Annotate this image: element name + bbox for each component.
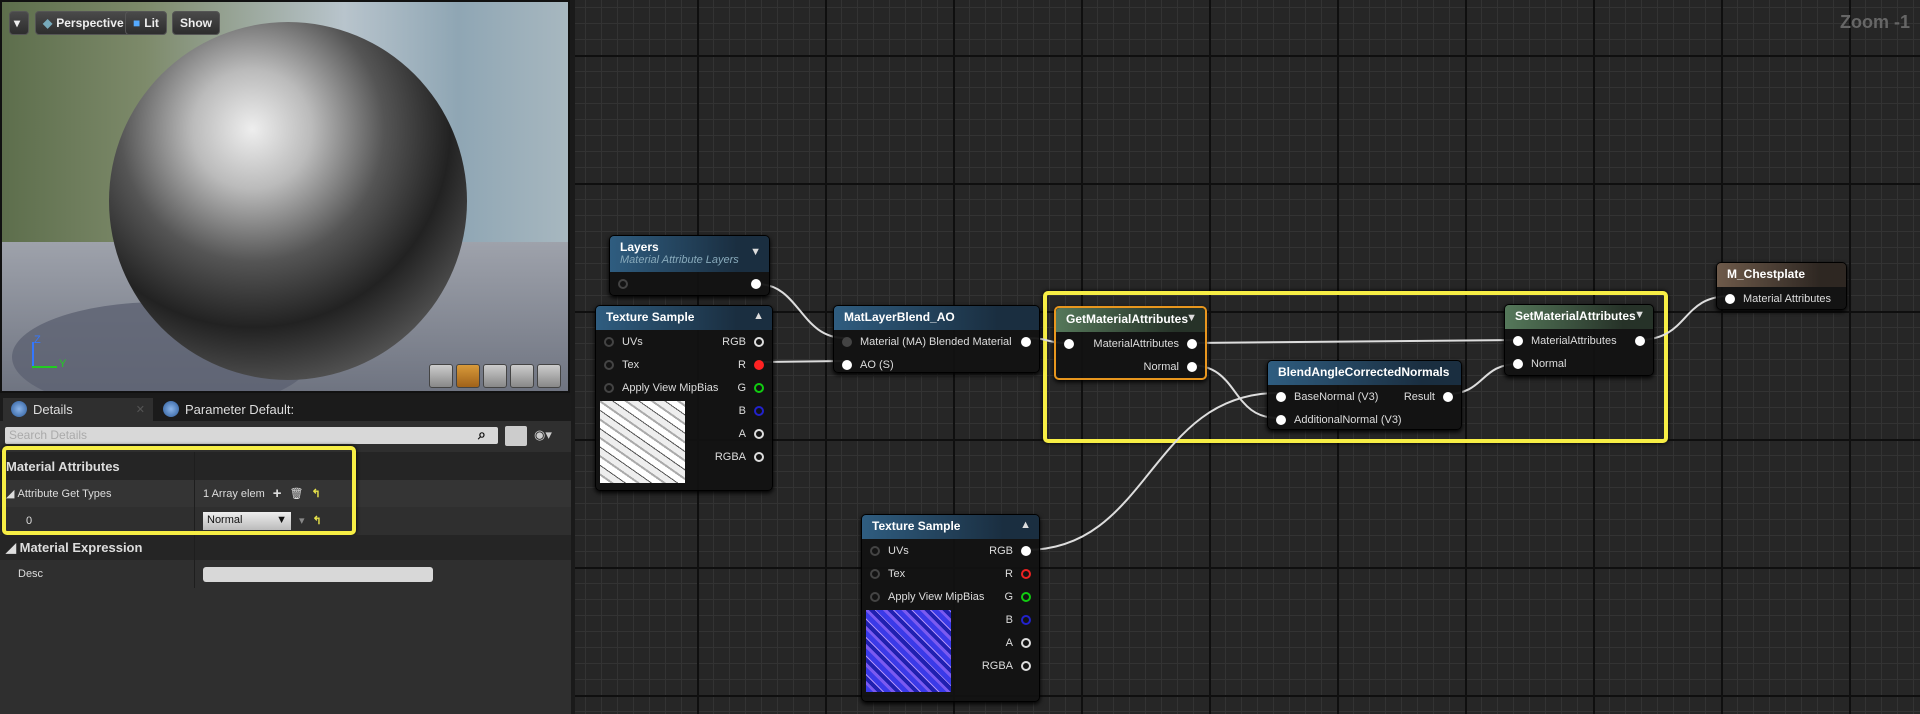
view-options-button[interactable] [505, 426, 527, 446]
rgb-pin[interactable] [1021, 545, 1031, 556]
rgb-pin[interactable] [754, 336, 764, 347]
input-pin[interactable] [618, 278, 628, 289]
g-pin[interactable] [1021, 591, 1031, 602]
axis-y-label: Y [59, 358, 67, 370]
lit-button[interactable]: ■ Lit [125, 11, 167, 35]
material-attributes-in-pin[interactable] [1725, 293, 1735, 304]
dropdown-icon[interactable]: ▼ [1634, 309, 1645, 321]
tab-parameter-defaults[interactable]: Parameter Default: [155, 398, 305, 421]
axis-z-label: Z [34, 334, 41, 346]
node-output-m-chestplate[interactable]: M_Chestplate Material Attributes [1716, 262, 1847, 310]
node-texture-sample-1[interactable]: Texture Sample ▲ UVs RGB Tex R Apply View M… [595, 305, 773, 491]
camera-icon: ◆ [43, 16, 53, 30]
output-pin[interactable] [1635, 335, 1645, 346]
desc-input[interactable] [203, 566, 433, 582]
additional-normal-pin[interactable] [1276, 414, 1286, 425]
zoom-level: Zoom -1 [1840, 12, 1910, 32]
r-pin[interactable] [754, 359, 764, 370]
sphere-icon[interactable] [456, 364, 480, 388]
node-matlayerblend-ao[interactable]: MatLayerBlend_AO Material (MA) Blended M… [833, 305, 1040, 373]
normal-out-pin[interactable] [1187, 361, 1197, 372]
details-panel: Details ✕ Parameter Default: Search Detai… [0, 395, 571, 714]
output-pin[interactable] [1021, 336, 1031, 347]
node-get-material-attributes[interactable]: GetMaterialAttributes ▼ MaterialAttribute… [1054, 306, 1207, 380]
close-icon[interactable]: ✕ [136, 403, 145, 416]
chevron-down-icon: ▾ [14, 16, 21, 30]
b-pin[interactable] [1021, 614, 1031, 625]
tab-details[interactable]: Details ✕ [3, 398, 153, 421]
uvs-pin[interactable] [870, 545, 880, 556]
custom-mesh-icon[interactable] [537, 364, 561, 388]
input-pin[interactable] [1064, 338, 1074, 349]
a-pin[interactable] [1021, 637, 1031, 648]
a-pin[interactable] [754, 428, 764, 439]
eye-icon[interactable]: ◉▾ [534, 427, 552, 443]
dropdown-icon[interactable]: ▼ [1186, 312, 1197, 324]
node-set-material-attributes[interactable]: SetMaterialAttributes ▼ MaterialAttribute… [1504, 304, 1654, 376]
ao-pin[interactable] [842, 359, 852, 370]
b-pin[interactable] [754, 405, 764, 416]
normal-in-pin[interactable] [1513, 358, 1523, 369]
mipbias-pin[interactable] [604, 382, 614, 393]
material-attributes-in-pin[interactable] [1513, 335, 1523, 346]
desc-row: Desc [0, 560, 571, 588]
base-normal-pin[interactable] [1276, 391, 1286, 402]
output-pin[interactable] [751, 278, 761, 289]
preview-sphere [109, 22, 467, 380]
category-material-expression[interactable]: ◢ Material Expression [0, 535, 571, 560]
perspective-button[interactable]: ◆ Perspective [35, 11, 132, 35]
node-texture-sample-2[interactable]: Texture Sample ▲ UVs RGB Tex R Apply View M… [861, 514, 1040, 702]
material-pin[interactable] [842, 336, 852, 347]
lit-cube-icon: ■ [133, 16, 141, 30]
info-icon [11, 401, 27, 417]
collapse-icon[interactable]: ▲ [1020, 519, 1031, 531]
collapse-icon[interactable]: ▼ [750, 246, 761, 258]
rgba-pin[interactable] [754, 451, 764, 462]
search-details-input[interactable]: Search Details [5, 427, 498, 444]
tex-pin[interactable] [870, 568, 880, 579]
texture-thumbnail [600, 401, 685, 483]
material-attributes-out-pin[interactable] [1187, 338, 1197, 349]
material-preview-viewport[interactable]: ▾ ◆ Perspective ■ Lit Show Z Y [0, 0, 570, 393]
highlight-box [2, 446, 356, 535]
uvs-pin[interactable] [604, 336, 614, 347]
node-blend-angle-corrected-normals[interactable]: BlendAngleCorrectedNormals BaseNormal (V… [1267, 360, 1462, 430]
cylinder-icon[interactable] [429, 364, 453, 388]
info-icon [163, 401, 179, 417]
cube-icon[interactable] [510, 364, 534, 388]
axis-gizmo: Z Y [32, 334, 72, 374]
r-pin[interactable] [1021, 568, 1031, 579]
show-button[interactable]: Show [172, 11, 220, 35]
plane-icon[interactable] [483, 364, 507, 388]
tex-pin[interactable] [604, 359, 614, 370]
normal-map-thumbnail [866, 610, 951, 692]
preview-shape-toolbar [429, 364, 561, 388]
search-icon[interactable]: ⌕ [478, 426, 495, 443]
g-pin[interactable] [754, 382, 764, 393]
result-pin[interactable] [1443, 391, 1453, 402]
rgba-pin[interactable] [1021, 660, 1031, 671]
node-layers[interactable]: Layers Material Attribute Layers ▼ [609, 235, 770, 296]
mipbias-pin[interactable] [870, 591, 880, 602]
panel-tabs: Details ✕ Parameter Default: [0, 395, 571, 421]
collapse-icon[interactable]: ▲ [753, 310, 764, 322]
viewport-options-button[interactable]: ▾ [9, 11, 29, 35]
